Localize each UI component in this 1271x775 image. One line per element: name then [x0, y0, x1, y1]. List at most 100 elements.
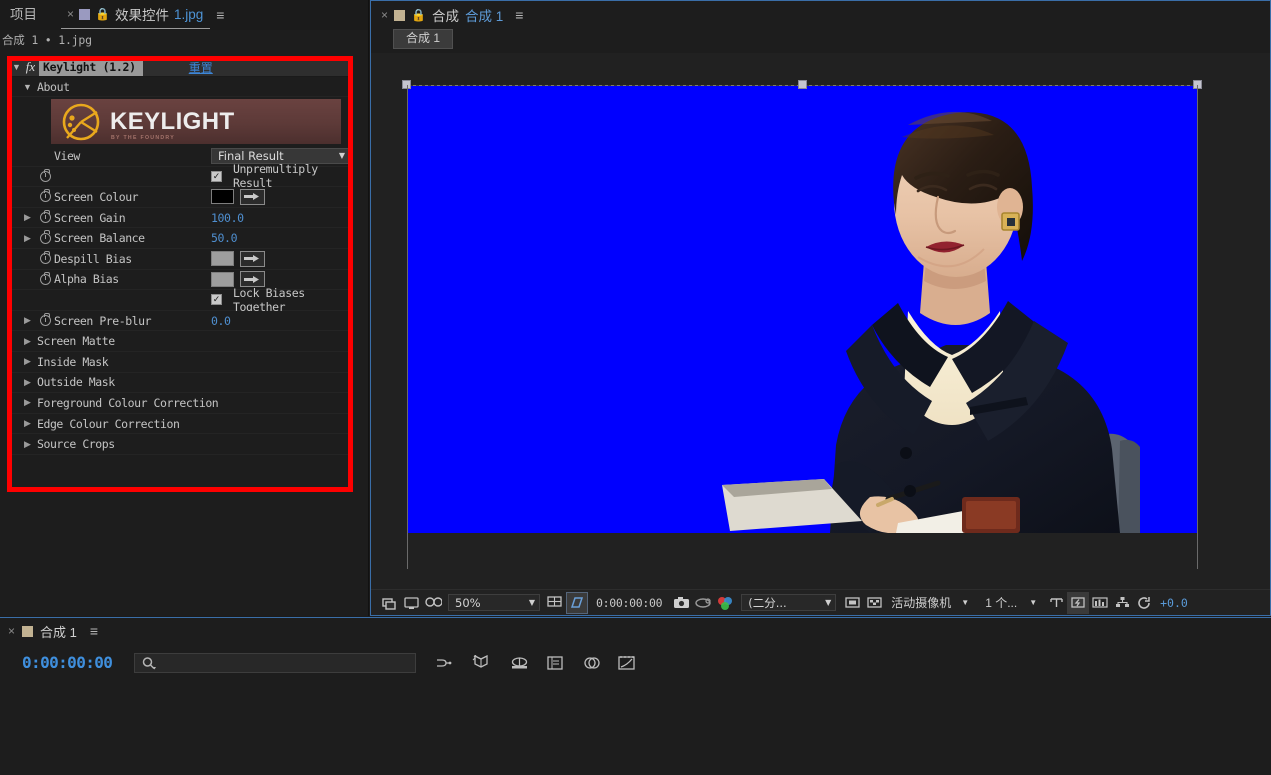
chevron-right-icon[interactable]: ▶ [22, 233, 33, 244]
chevron-right-icon[interactable]: ▶ [22, 336, 33, 347]
chevron-right-icon[interactable]: ▶ [22, 315, 33, 326]
stopwatch-icon[interactable] [40, 168, 51, 182]
chevron-right-icon[interactable]: ▶ [22, 356, 33, 367]
enable-frame-blending-icon[interactable] [470, 652, 492, 674]
camera-label[interactable]: 活动摄像机 [891, 594, 951, 611]
stopwatch-icon[interactable] [40, 271, 51, 285]
lock-icon[interactable]: 🔒 [411, 8, 426, 22]
chevron-right-icon[interactable]: ▶ [22, 418, 33, 429]
chevron-down-icon[interactable]: ▼ [1029, 598, 1037, 607]
zoom-value: 50% [455, 595, 481, 610]
exposure-reset-icon[interactable] [1133, 592, 1155, 614]
timeline-graph-icon[interactable] [1089, 592, 1111, 614]
always-preview-icon[interactable] [378, 592, 400, 614]
resolution-select[interactable]: (二分... ▼ [741, 594, 837, 611]
screen-balance-value[interactable]: 50.0 [211, 231, 238, 245]
alpha-bias-swatch[interactable] [211, 271, 234, 287]
group-label: Outside Mask [37, 375, 115, 390]
current-time-display[interactable]: 0:00:00:00 [22, 655, 113, 671]
tab-project[interactable]: 项目 [6, 1, 47, 29]
screen-gain-value[interactable]: 100.0 [211, 211, 244, 225]
panel-menu-icon[interactable]: ≡ [515, 7, 523, 23]
shy-layers-icon[interactable] [432, 652, 454, 674]
channels-icon[interactable] [714, 592, 736, 614]
group-row-source-crops[interactable]: ▶ Source Crops [11, 434, 350, 455]
property-row-screen-gain[interactable]: ▶ Screen Gain 100.0 [11, 207, 350, 229]
group-row-screen-matte[interactable]: ▶ Screen Matte [11, 331, 350, 352]
despill-bias-swatch[interactable] [211, 251, 234, 267]
graph-editor-icon[interactable] [544, 652, 566, 674]
stopwatch-icon[interactable] [40, 230, 51, 244]
composition-canvas[interactable] [402, 80, 1202, 533]
snapshot-camera-icon[interactable] [670, 592, 692, 614]
stopwatch-icon[interactable] [40, 209, 51, 224]
unpremultiply-checkbox[interactable]: ✓ [211, 170, 222, 182]
grid-guides-icon[interactable] [544, 592, 566, 614]
graph-curve-icon[interactable] [616, 652, 638, 674]
effect-header-keylight[interactable]: ▼ fx Keylight (1.2) 重置 [11, 58, 350, 77]
search-input[interactable] [134, 653, 417, 673]
composition-pill[interactable]: 合成 1 [393, 28, 454, 50]
pixel-aspect-icon[interactable] [1045, 592, 1067, 614]
close-icon[interactable]: × [381, 9, 388, 21]
panel-menu-icon[interactable]: ≡ [216, 7, 224, 23]
group-row-foreground-colour-correction[interactable]: ▶ Foreground Colour Correction [11, 393, 350, 414]
chevron-right-icon[interactable]: ▶ [22, 397, 33, 408]
property-row-screen-colour[interactable]: Screen Colour [11, 187, 350, 208]
stopwatch-icon[interactable] [40, 189, 51, 203]
transparency-grid-icon[interactable] [863, 592, 885, 614]
layer-blending-icon[interactable] [580, 652, 602, 674]
views-label[interactable]: 1 个... [985, 594, 1017, 611]
region-target-icon[interactable] [841, 592, 863, 614]
group-label: Edge Colour Correction [37, 416, 180, 431]
property-row-screen-pre-blur[interactable]: ▶ Screen Pre-blur 0.0 [11, 310, 350, 332]
reset-button[interactable]: 重置 [189, 59, 213, 76]
chevron-right-icon[interactable]: ▶ [22, 212, 33, 223]
exposure-value[interactable]: +0.0 [1160, 596, 1188, 610]
comp-flowchart-icon[interactable] [1111, 592, 1133, 614]
screen-pre-blur-value[interactable]: 0.0 [211, 314, 231, 328]
3d-glasses-icon[interactable] [422, 592, 444, 614]
chevron-right-icon[interactable]: ▶ [22, 377, 33, 388]
eyedropper-icon[interactable] [240, 188, 265, 205]
composition-viewer[interactable] [371, 53, 1270, 589]
close-icon[interactable]: × [8, 625, 15, 637]
group-row-inside-mask[interactable]: ▶ Inside Mask [11, 351, 350, 373]
stopwatch-icon[interactable] [40, 312, 51, 327]
view-select[interactable]: Final Result ▼ [211, 147, 351, 164]
zoom-select[interactable]: 50% ▼ [448, 594, 540, 611]
region-of-interest-icon[interactable] [566, 591, 588, 614]
screen-colour-swatch[interactable] [211, 189, 234, 205]
tab-effect-controls[interactable]: × 🔒 效果控件 1.jpg [61, 1, 211, 29]
selection-handle-top-center[interactable] [798, 80, 807, 89]
group-label: Inside Mask [37, 354, 109, 369]
monitor-icon[interactable] [400, 592, 422, 614]
chevron-down-icon: ▼ [528, 598, 535, 607]
close-icon[interactable]: × [67, 8, 74, 20]
view-select-value: Final Result [218, 148, 284, 163]
lock-icon[interactable]: 🔒 [95, 7, 110, 21]
effect-name[interactable]: Keylight (1.2) [39, 58, 143, 76]
group-row-outside-mask[interactable]: ▶ Outside Mask [11, 372, 350, 394]
chevron-down-icon[interactable]: ▼ [22, 82, 33, 92]
property-row-screen-balance[interactable]: ▶ Screen Balance 50.0 [11, 228, 350, 249]
chevron-down-icon[interactable]: ▼ [11, 62, 22, 72]
group-row-edge-colour-correction[interactable]: ▶ Edge Colour Correction [11, 413, 350, 435]
motion-blur-icon[interactable] [508, 652, 530, 674]
chevron-right-icon[interactable]: ▶ [22, 439, 33, 450]
viewer-timecode[interactable]: 0:00:00:00 [588, 596, 670, 610]
composition-swatch-icon [79, 8, 91, 20]
lock-biases-checkbox[interactable]: ✓ [211, 294, 222, 306]
stopwatch-icon[interactable] [40, 251, 51, 265]
fast-preview-icon[interactable] [1067, 591, 1090, 614]
eyedropper-icon[interactable] [240, 271, 265, 288]
chevron-down-icon[interactable]: ▼ [961, 598, 969, 607]
property-row-unpremultiply[interactable]: ✓ Unpremultiply Result [11, 162, 350, 190]
eyedropper-icon[interactable] [240, 250, 265, 267]
about-group-header[interactable]: ▼ About [11, 77, 350, 97]
panel-menu-icon[interactable]: ≡ [90, 623, 98, 639]
timeline-tab-name[interactable]: 合成 1 [40, 622, 77, 641]
property-row-lock-biases[interactable]: ✓ Lock Biases Together [11, 286, 350, 314]
property-row-despill-bias[interactable]: Despill Bias [11, 248, 350, 270]
show-snapshot-icon[interactable] [692, 592, 714, 614]
